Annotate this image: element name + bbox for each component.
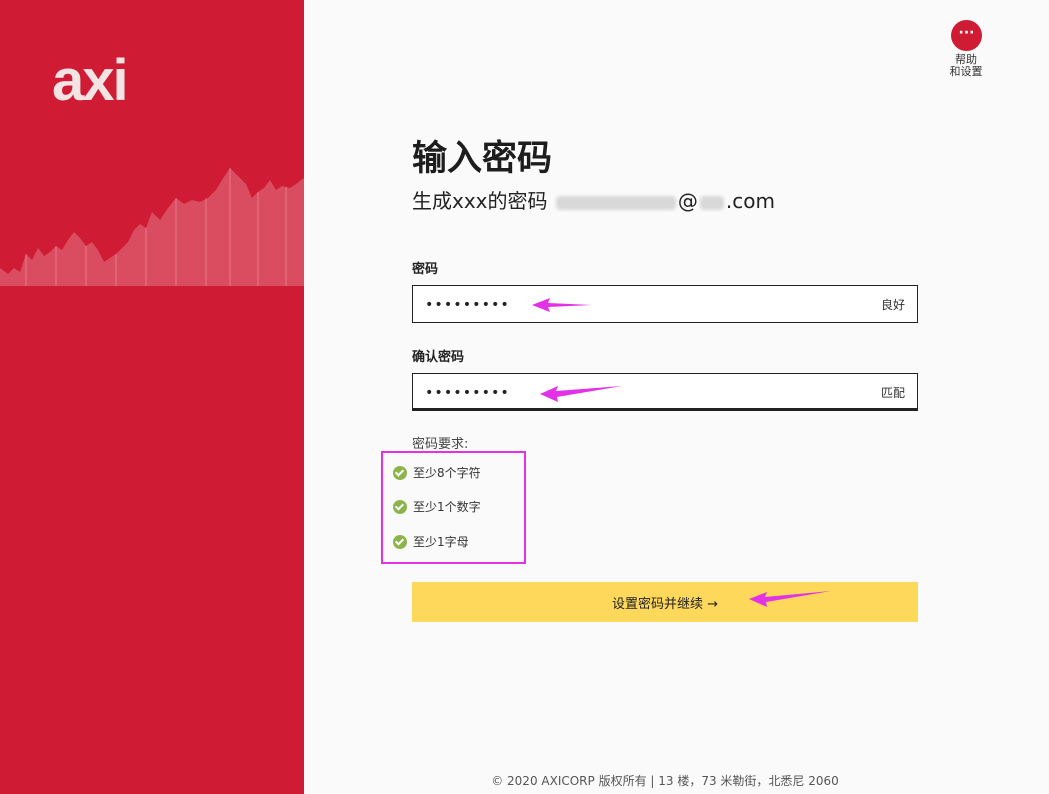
requirements-list: 至少8个字符 至少1个数字 至少1字母 bbox=[381, 451, 526, 564]
page-title: 输入密码 bbox=[412, 139, 553, 179]
more-dots-icon: ··· bbox=[958, 25, 975, 41]
set-password-continue-button[interactable]: 设置密码并继续 → bbox=[412, 582, 918, 622]
requirement-item: 至少1个数字 bbox=[393, 498, 481, 516]
confirm-password-field[interactable]: 匹配 bbox=[412, 373, 918, 412]
page-subtitle: 生成xxx的密码 @ .com bbox=[412, 189, 775, 213]
brand-panel: axi bbox=[0, 0, 304, 794]
annotation-arrow-icon bbox=[749, 591, 831, 607]
decorative-chart-graphic bbox=[0, 168, 304, 286]
password-match-status: 匹配 bbox=[880, 386, 905, 400]
help-settings-button[interactable]: ··· bbox=[951, 20, 982, 51]
confirm-password-label: 确认密码 bbox=[412, 350, 465, 365]
footer-copyright: © 2020 AXICORP 版权所有 | 13 楼，73 米勒街，北悉尼 20… bbox=[491, 774, 839, 788]
check-circle-icon bbox=[393, 500, 407, 514]
confirm-password-input[interactable] bbox=[423, 374, 847, 412]
redacted-email-user bbox=[555, 195, 676, 210]
annotation-arrow-icon bbox=[532, 298, 592, 312]
check-circle-icon bbox=[393, 466, 407, 480]
requirement-item: 至少8个字符 bbox=[393, 464, 481, 482]
axi-logo: axi bbox=[52, 48, 129, 113]
password-field[interactable]: 良好 bbox=[412, 285, 918, 324]
annotation-arrow-icon bbox=[540, 386, 622, 402]
requirement-item: 至少1字母 bbox=[393, 533, 469, 551]
check-circle-icon bbox=[393, 535, 407, 549]
password-strength: 良好 bbox=[880, 298, 905, 312]
redacted-email-domain bbox=[699, 195, 724, 210]
help-settings-label[interactable]: 帮助 和设置 bbox=[930, 54, 1002, 78]
requirements-title: 密码要求: bbox=[412, 437, 469, 452]
password-label: 密码 bbox=[412, 262, 439, 277]
password-input[interactable] bbox=[423, 286, 847, 324]
